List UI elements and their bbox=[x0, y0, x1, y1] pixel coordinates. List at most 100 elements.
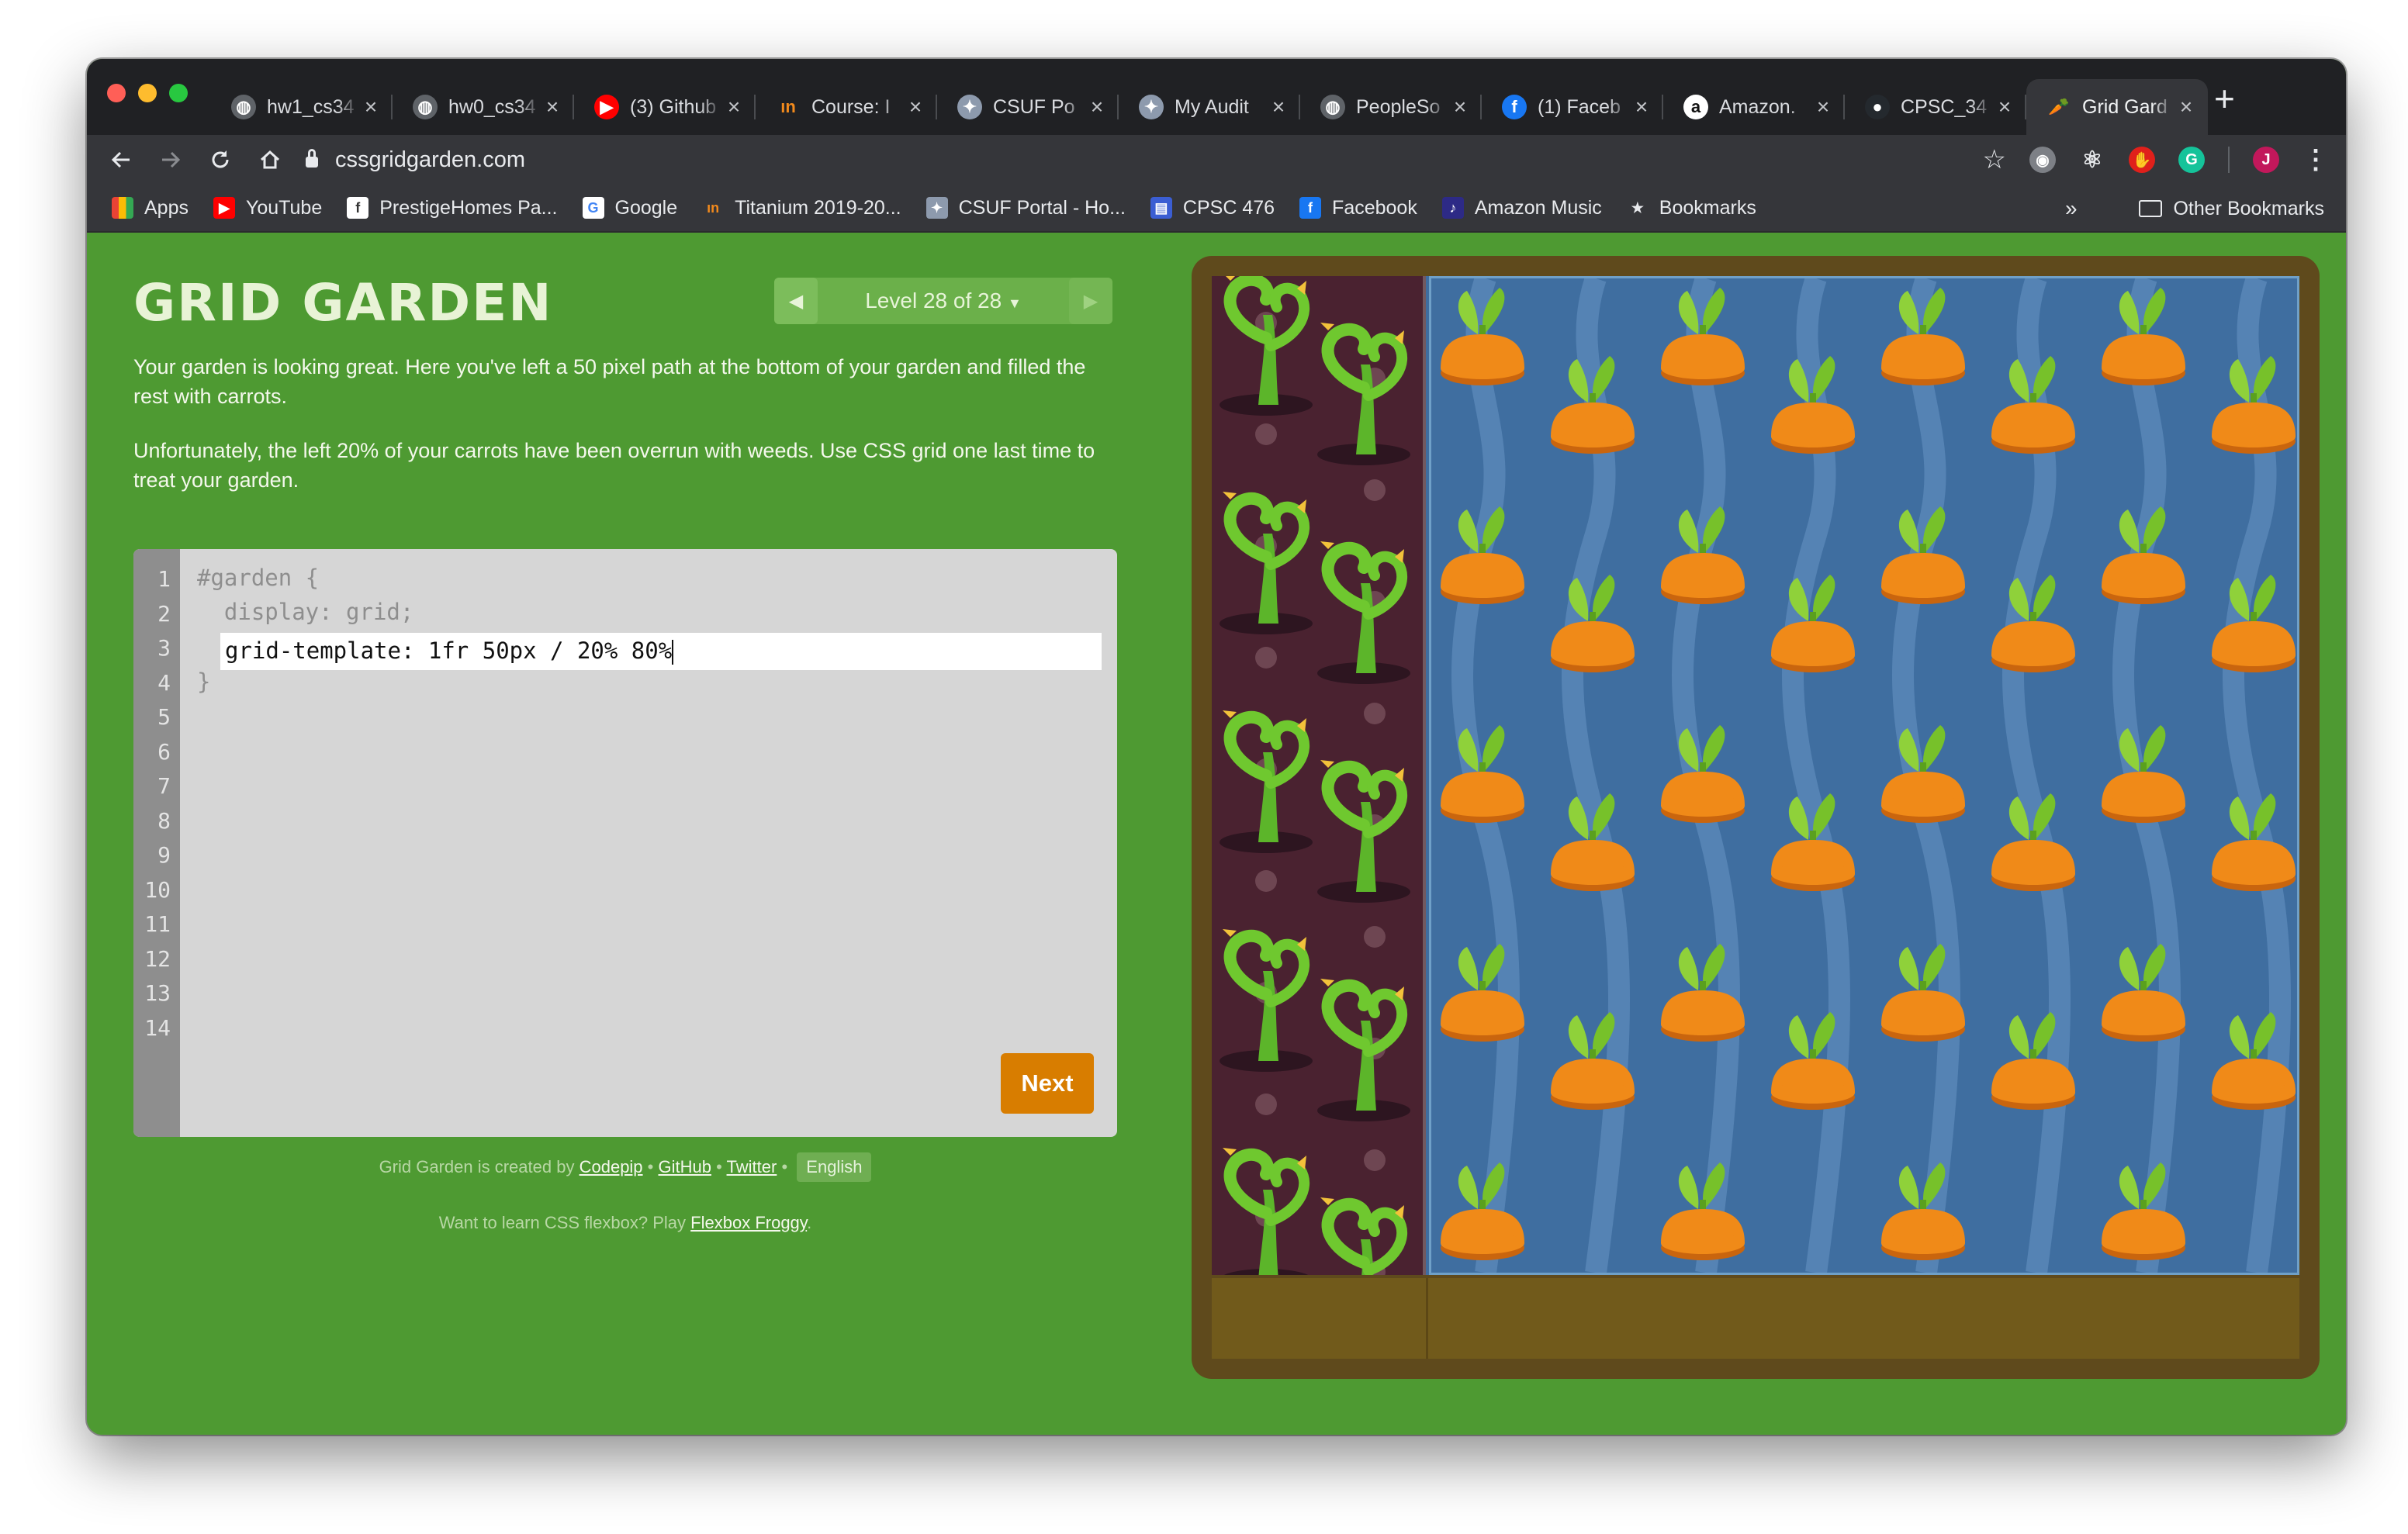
language-selector[interactable]: English bbox=[797, 1152, 872, 1182]
next-level-button[interactable]: ▶ bbox=[1069, 278, 1112, 324]
flexbox-froggy-link[interactable]: Flexbox Froggy bbox=[690, 1213, 807, 1232]
line-number: 7 bbox=[157, 773, 171, 799]
browser-tab[interactable]: a Amazon. × bbox=[1663, 79, 1845, 135]
soil-pebble bbox=[1364, 1149, 1386, 1171]
discord-extension-icon[interactable]: ◉ bbox=[2029, 147, 2056, 173]
bookmark-label: Apps bbox=[144, 196, 189, 219]
browser-tab[interactable]: 🥕 Grid Gard × bbox=[2026, 79, 2208, 135]
back-arrow-icon[interactable] bbox=[96, 135, 146, 185]
bookmark-label: PrestigeHomes Pa... bbox=[379, 196, 558, 219]
level-dropdown[interactable]: Level 28 of 28 ▼ bbox=[818, 288, 1069, 313]
globe-icon: ◍ bbox=[231, 95, 256, 119]
lock-icon bbox=[306, 149, 318, 168]
window-controls bbox=[107, 84, 188, 102]
minimize-window-button[interactable] bbox=[138, 84, 157, 102]
browser-tab[interactable]: ◍ hw0_cs34 × bbox=[393, 79, 574, 135]
close-tab-icon[interactable]: × bbox=[905, 95, 926, 119]
react-devtools-icon[interactable]: ⚛ bbox=[2079, 147, 2105, 173]
home-icon[interactable] bbox=[245, 135, 295, 185]
bookmark-label: Google bbox=[614, 196, 678, 219]
forward-arrow-icon[interactable] bbox=[146, 135, 195, 185]
adblock-icon[interactable]: ✋ bbox=[2129, 147, 2155, 173]
soil-pebble bbox=[1364, 926, 1386, 948]
close-tab-icon[interactable]: × bbox=[1086, 95, 1108, 119]
globe-icon: ◍ bbox=[1320, 95, 1345, 119]
bookmark-item[interactable]: ★ Bookmarks bbox=[1627, 197, 1756, 219]
browser-tab[interactable]: ◍ PeopleSo × bbox=[1300, 79, 1482, 135]
close-tab-icon[interactable]: × bbox=[2175, 95, 2197, 119]
close-window-button[interactable] bbox=[107, 84, 126, 102]
carrot-area bbox=[1429, 276, 2299, 1275]
bookmark-label: CPSC 476 bbox=[1182, 196, 1275, 219]
browser-tab[interactable]: ▶ (3) Github × bbox=[574, 79, 756, 135]
browser-tab[interactable]: ın Course: I × bbox=[756, 79, 937, 135]
github-link[interactable]: GitHub bbox=[659, 1157, 711, 1176]
close-tab-icon[interactable]: × bbox=[723, 95, 745, 119]
close-tab-icon[interactable]: × bbox=[1812, 95, 1834, 119]
tab-title: Course: I bbox=[811, 95, 891, 118]
close-tab-icon[interactable]: × bbox=[1631, 95, 1652, 119]
carrot-icon bbox=[2102, 1163, 2185, 1260]
menu-kebab-icon[interactable]: ⋮ bbox=[2302, 144, 2329, 175]
bookmark-item[interactable]: ♪ Amazon Music bbox=[1441, 197, 1602, 219]
maximize-window-button[interactable] bbox=[169, 84, 188, 102]
close-tab-icon[interactable]: × bbox=[1994, 95, 2015, 119]
css-code-input-value: grid-template: 1fr 50px / 20% 80% bbox=[225, 637, 673, 664]
css-code-input[interactable]: grid-template: 1fr 50px / 20% 80% bbox=[220, 633, 1102, 670]
browser-tab[interactable]: f (1) Faceb × bbox=[1482, 79, 1663, 135]
bookmark-item[interactable]: Apps bbox=[112, 197, 189, 219]
close-tab-icon[interactable]: × bbox=[1449, 95, 1471, 119]
weed-area bbox=[1212, 276, 1426, 1275]
weed-icon bbox=[1317, 760, 1410, 903]
carrot-icon bbox=[1881, 725, 1965, 823]
code-line-2: display: grid; bbox=[197, 599, 414, 625]
next-button[interactable]: Next bbox=[1001, 1053, 1094, 1114]
youtube-icon: ▶ bbox=[594, 95, 619, 119]
carrots-illustration bbox=[1441, 276, 2296, 1274]
csuf-icon: ✦ bbox=[957, 95, 982, 119]
tab-title: PeopleSo bbox=[1356, 95, 1441, 118]
browser-tab[interactable]: ● CPSC_34 × bbox=[1845, 79, 2026, 135]
line-number: 6 bbox=[157, 738, 171, 765]
close-tab-icon[interactable]: × bbox=[1268, 95, 1289, 119]
weed-icon bbox=[1220, 929, 1313, 1072]
bookmark-item[interactable]: f Facebook bbox=[1299, 197, 1417, 219]
browser-tab[interactable]: ✦ CSUF Po × bbox=[937, 79, 1119, 135]
profile-avatar[interactable]: J bbox=[2253, 147, 2279, 173]
calendar-icon: ▤ bbox=[1150, 197, 1172, 219]
browser-window: ◍ hw1_cs34 × ◍ hw0_cs34 × ▶ (3) Github × ın Course… bbox=[87, 59, 2346, 1435]
carrot-icon bbox=[1881, 1163, 1965, 1260]
browser-tab[interactable]: ◍ hw1_cs34 × bbox=[211, 79, 393, 135]
previous-level-button[interactable]: ◀ bbox=[774, 278, 818, 324]
tab-title: CPSC_34 bbox=[1901, 95, 1988, 118]
line-number-gutter: 1 2 3 4 5 6 7 8 9 10 11 12 13 14 bbox=[133, 549, 180, 1137]
codepip-link[interactable]: Codepip bbox=[580, 1157, 643, 1176]
weed-icon bbox=[1317, 979, 1410, 1121]
tab-list: ◍ hw1_cs34 × ◍ hw0_cs34 × ▶ (3) Github × ın Course… bbox=[211, 73, 2208, 135]
bookmark-item[interactable]: ▶ YouTube bbox=[213, 197, 322, 219]
line-number: 8 bbox=[157, 807, 171, 834]
close-tab-icon[interactable]: × bbox=[541, 95, 563, 119]
other-bookmarks-button[interactable]: Other Bookmarks bbox=[2139, 185, 2324, 233]
grammarly-icon[interactable]: G bbox=[2178, 147, 2205, 173]
bookmarks-overflow-button[interactable]: » bbox=[2065, 185, 2078, 233]
twitter-link[interactable]: Twitter bbox=[727, 1157, 777, 1176]
tab-title: (1) Faceb bbox=[1538, 95, 1621, 118]
reload-icon[interactable] bbox=[195, 135, 245, 185]
bookmark-item[interactable]: ✦ CSUF Portal - Ho... bbox=[925, 197, 1126, 219]
bookmark-item[interactable]: G Google bbox=[582, 196, 678, 219]
new-tab-button[interactable]: + bbox=[2214, 78, 2235, 119]
line-number: 2 bbox=[157, 600, 171, 627]
amazon-icon: a bbox=[1683, 95, 1708, 119]
bookmark-star-icon[interactable]: ☆ bbox=[1983, 144, 2006, 175]
tab-title: Amazon. bbox=[1719, 95, 1796, 118]
bookmark-item[interactable]: f PrestigeHomes Pa... bbox=[347, 196, 558, 219]
bookmark-item[interactable]: ın Titanium 2019-20... bbox=[702, 197, 901, 219]
carrot-icon bbox=[2102, 725, 2185, 823]
close-tab-icon[interactable]: × bbox=[360, 95, 382, 119]
address-bar[interactable]: cssgridgarden.com bbox=[306, 135, 525, 185]
bookmark-item[interactable]: ▤ CPSC 476 bbox=[1150, 197, 1275, 219]
toolbar-extensions: ☆ ◉ ⚛ ✋ G J ⋮ bbox=[1983, 135, 2329, 185]
browser-tab[interactable]: ✦ My Audit × bbox=[1119, 79, 1300, 135]
instructions-paragraph-1: Your garden is looking great. Here you'v… bbox=[133, 355, 1086, 408]
